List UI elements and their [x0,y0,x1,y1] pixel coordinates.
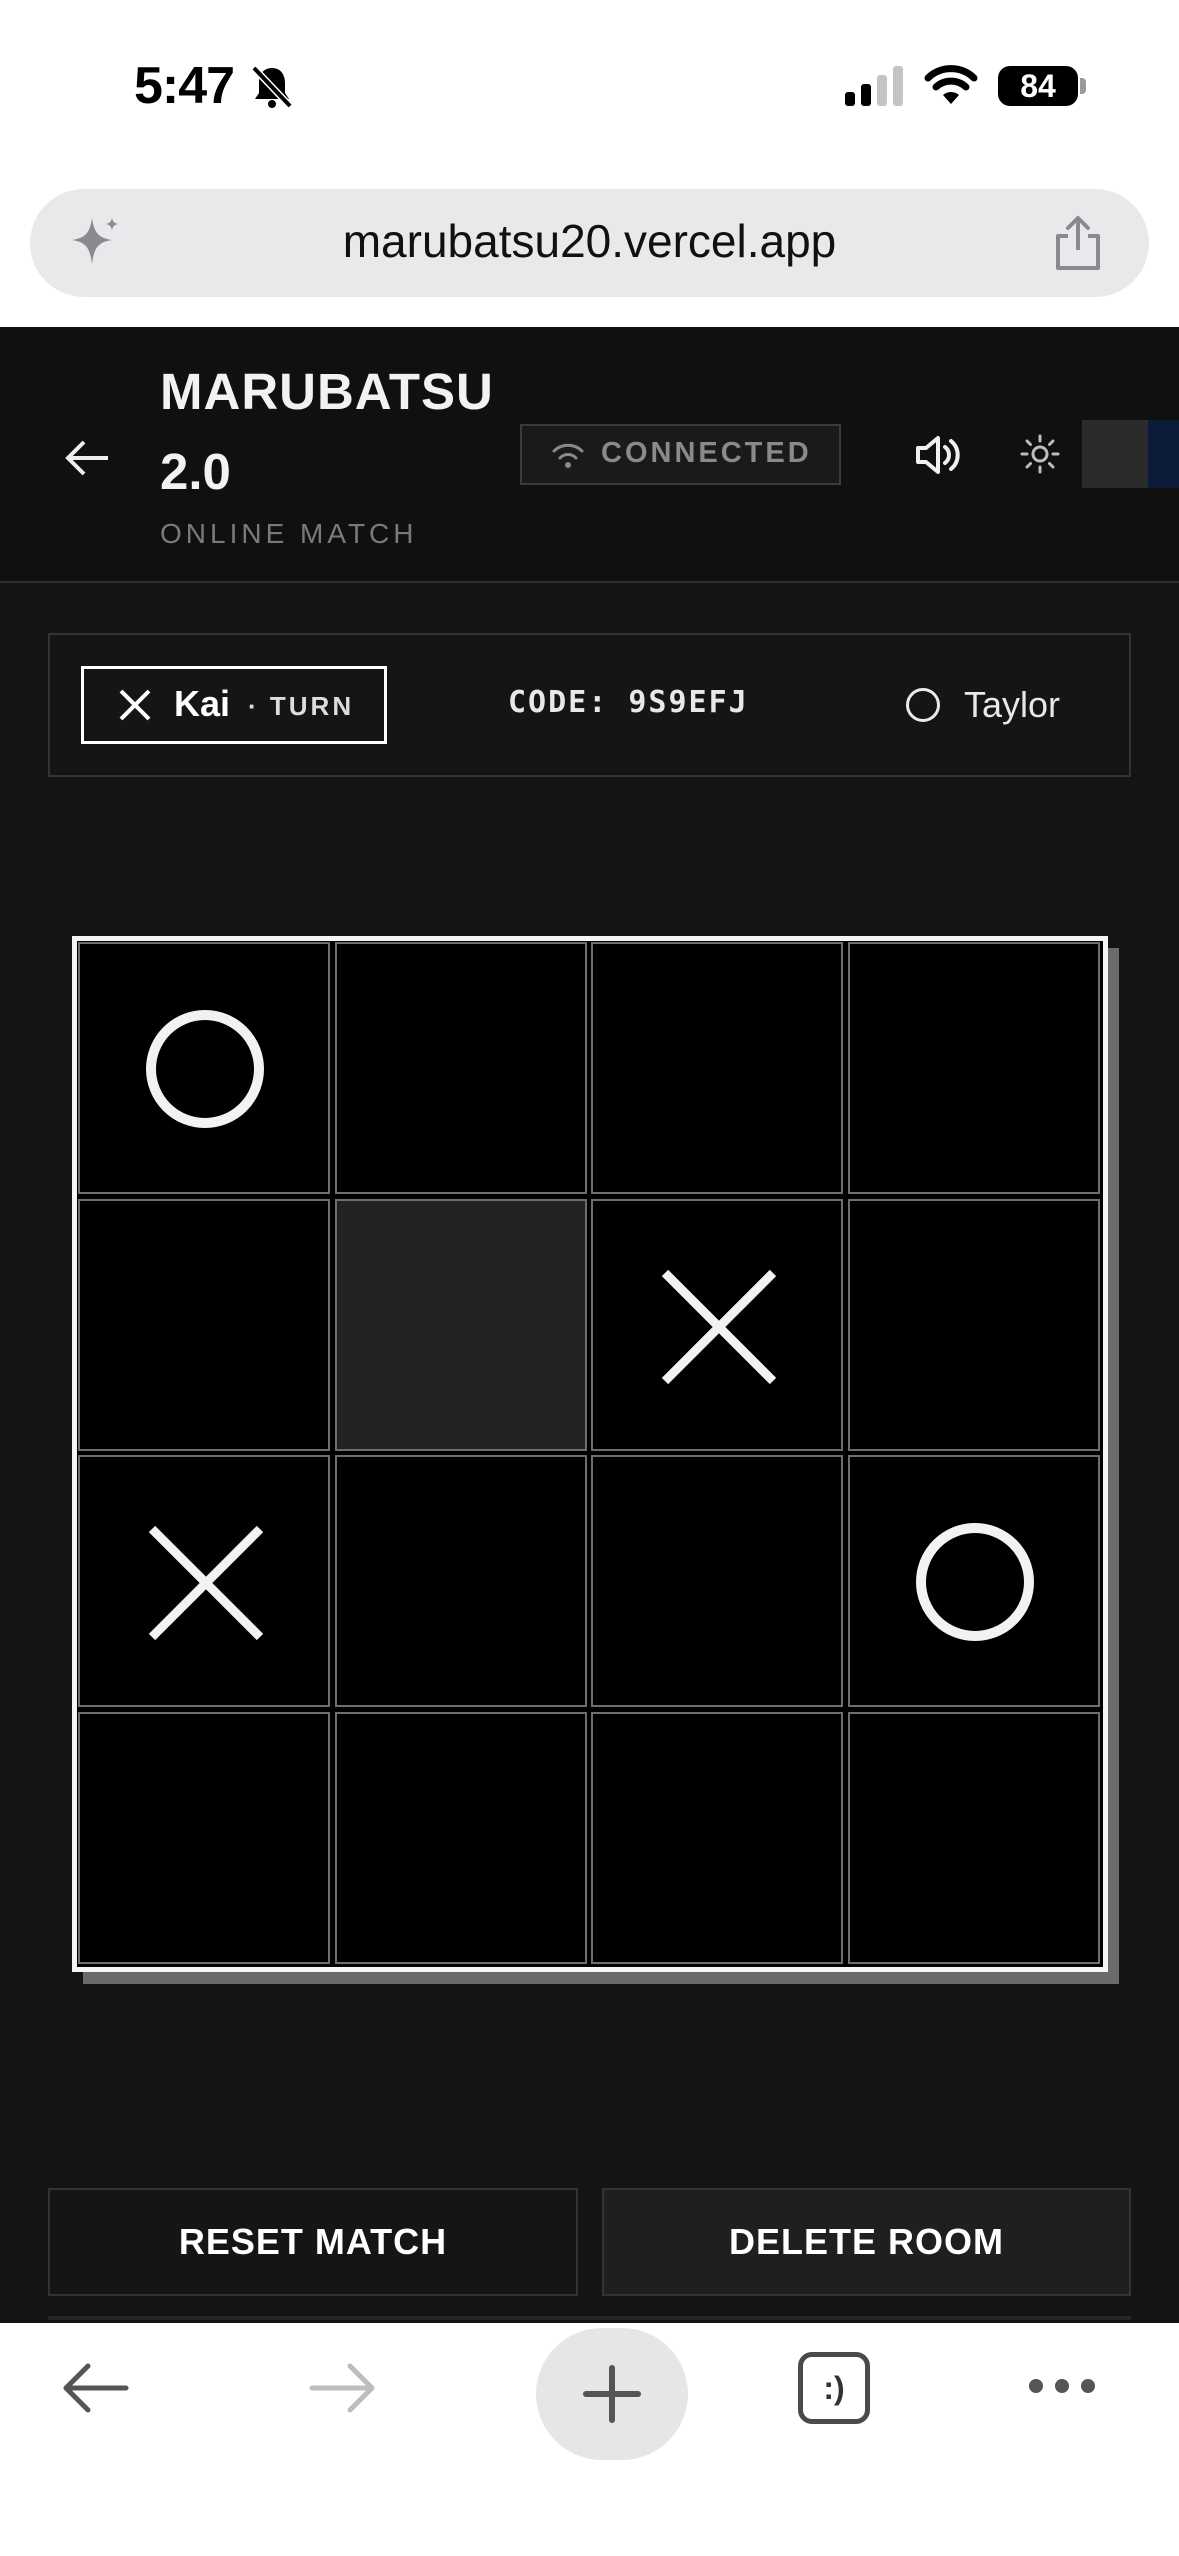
back-arrow-icon[interactable] [60,430,116,486]
board-cell-r0-c0[interactable] [78,942,330,1194]
board-cell-r1-c2[interactable] [591,1198,843,1451]
delete-room-button[interactable]: DELETE ROOM [602,2188,1131,2296]
cellular-signal-icon [843,64,909,113]
board-cell-r2-c2[interactable] [591,1455,843,1707]
new-tab-button[interactable] [536,2328,688,2460]
board-cell-r0-c2[interactable] [591,942,843,1194]
room-code: CODE: 9S9EFJ [508,685,749,720]
connection-status-text: CONNECTED [601,437,812,469]
board-cell-r1-c0[interactable] [78,1198,330,1451]
more-icon[interactable] [1026,2374,1098,2403]
o-mark-icon [906,688,940,722]
wifi-icon [924,62,978,111]
x-mark-icon [148,1525,264,1641]
o-mark-icon [146,1010,264,1128]
reset-match-button[interactable]: RESET MATCH [48,2188,578,2296]
sun-icon[interactable] [1018,432,1062,481]
o-mark-icon [915,1523,1034,1641]
turn-indicator: · TURN [248,691,355,721]
board-cell-r1-c3[interactable] [847,1198,1100,1451]
wifi-icon [550,439,586,474]
game-board [72,936,1108,1972]
board-cell-r2-c0[interactable] [78,1455,330,1707]
bell-muted-icon [250,64,294,115]
app-subtitle: ONLINE MATCH [160,518,418,549]
board-cell-r1-c1[interactable] [334,1198,587,1451]
battery-cap [1080,78,1086,94]
tabs-button[interactable]: :) [798,2352,870,2424]
app-title: MARUBATSU [160,363,494,420]
board-cell-r3-c0[interactable] [78,1711,330,1964]
app-title-version: 2.0 [160,443,231,500]
board-cell-r3-c2[interactable] [591,1711,843,1964]
browser-forward-icon[interactable] [306,2360,378,2421]
board-cell-r2-c3[interactable] [847,1455,1100,1707]
x-mark-icon [117,687,153,728]
theme-toggle-knob[interactable] [1148,420,1179,488]
browser-back-icon[interactable] [60,2360,132,2421]
player-x-name: Kai [174,683,231,724]
battery-indicator: 84 [998,66,1078,106]
sound-icon[interactable] [912,430,964,485]
x-mark-icon [661,1269,777,1384]
content-below-fold [48,2316,1131,2320]
board-cell-r3-c3[interactable] [847,1711,1100,1964]
board-cell-r3-c1[interactable] [334,1711,587,1964]
board-cell-r0-c3[interactable] [847,942,1100,1194]
board-cell-r0-c1[interactable] [334,942,587,1194]
board-cell-r2-c1[interactable] [334,1455,587,1707]
share-icon[interactable] [1050,214,1106,279]
url-text[interactable]: marubatsu20.vercel.app [0,214,1179,268]
player-o-name: Taylor [964,684,1061,725]
status-time: 5:47 [134,57,235,115]
